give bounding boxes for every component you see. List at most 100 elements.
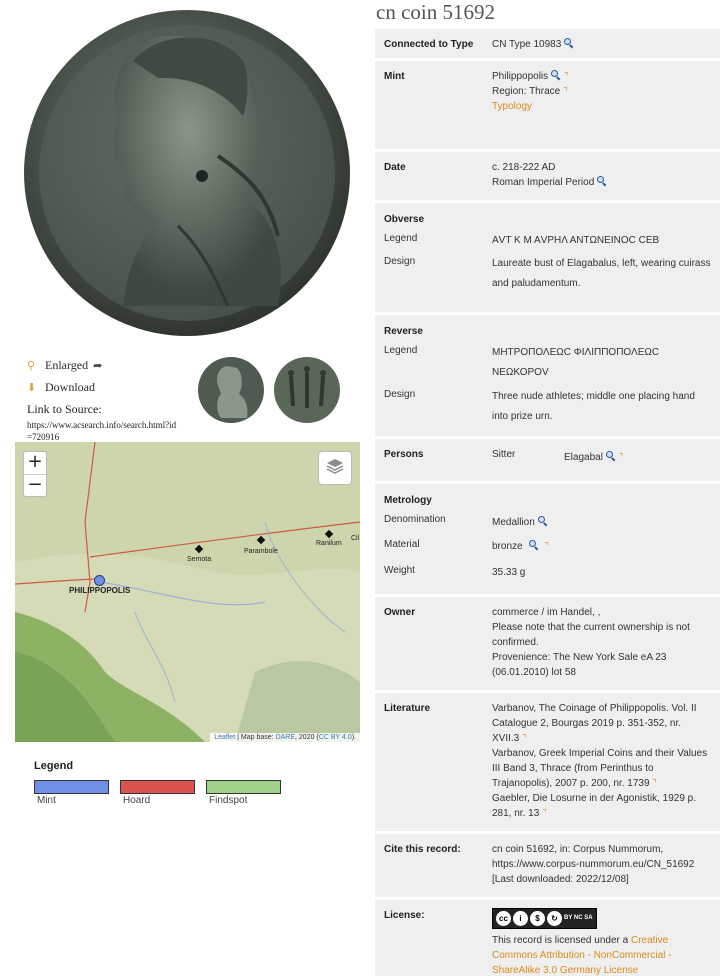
cc-license-badge[interactable]: cc i $ ↻ BY NC SA: [492, 908, 597, 929]
row-owner: Owner commerce / im Handel, , Please not…: [375, 597, 720, 693]
row-cite: Cite this record: cn coin 51692, in: Cor…: [375, 834, 720, 900]
map-attribution: Leaflet | Map base: DARE, 2020 (CC BY 4.…: [210, 733, 360, 742]
period-value[interactable]: Roman Imperial Period: [492, 177, 594, 188]
legend-label-hoard: Hoard: [123, 795, 151, 806]
place-ranilum: Ranilum: [316, 540, 342, 547]
external-link-icon[interactable]: ⌝: [522, 733, 526, 743]
reverse-thumbnail[interactable]: [273, 356, 341, 424]
place-parambole: Parambole: [244, 548, 278, 555]
legend-item-hoard: Hoard: [120, 780, 196, 806]
weight-value: 35.33 g: [492, 567, 526, 578]
reverse-title: Reverse: [384, 326, 423, 337]
legend-label-findspot: Findspot: [209, 795, 248, 806]
map[interactable]: + − Semota Parambole Ranilum Cil PHILIPP…: [15, 442, 360, 742]
cite-downloaded: [Last downloaded: 2022/12/08]: [492, 874, 629, 885]
obverse-design-label: Design: [384, 256, 416, 267]
denomination-value[interactable]: Medallion: [492, 517, 535, 528]
coin-main-image[interactable]: [18, 6, 356, 344]
material-value[interactable]: bronze: [492, 541, 523, 552]
zoom-in-button[interactable]: +: [24, 452, 46, 474]
region-value: Region: Thrace: [492, 86, 561, 97]
persons-role: Sitter: [492, 449, 516, 460]
literature-item: Gaebler, Die Losurne in der Agonistik, 1…: [492, 793, 697, 819]
typology-link[interactable]: Typology: [492, 99, 711, 114]
external-link-icon[interactable]: ⌝: [563, 86, 567, 96]
source-link[interactable]: https://www.acsearch.info/search.html?id…: [27, 419, 177, 443]
external-link-icon[interactable]: ⌝: [545, 541, 549, 551]
map-legend: Legend Mint Hoard Findspot: [34, 760, 282, 806]
row-persons: Persons Sitter Elagabal ⌝: [375, 439, 720, 484]
search-icon[interactable]: [597, 176, 607, 186]
reverse-legend-value: ΜΗΤΡΟΠΟΛΕΩϹ ΦΙΛΙΠΠΟΠΟΛΕΩϹ ΝΕΩΚΟΡΟV: [492, 347, 660, 378]
enlarged-label: Enlarged: [45, 357, 89, 372]
cc-by-link[interactable]: CC BY 4.0: [319, 734, 352, 741]
philippopolis-mint-marker[interactable]: [94, 575, 105, 586]
section-metrology: Metrology Denomination Medallion Materia…: [375, 484, 720, 597]
obverse-legend-value: ΑVΤ Κ Μ ΑVΡΗΛ ΑΝΤΩΝΕΙΝΟϹ ϹΕΒ: [492, 235, 660, 246]
external-link-icon[interactable]: ⌝: [564, 71, 568, 81]
date-label: Date: [384, 162, 406, 173]
place-philippopolis: PHILIPPOPOLIS: [69, 586, 131, 595]
weight-label: Weight: [384, 565, 415, 576]
legend-title: Legend: [34, 760, 74, 772]
search-icon[interactable]: [605, 451, 616, 461]
legend-swatch-mint: [34, 780, 109, 794]
obverse-design-value: Laureate bust of Elagabalus, left, weari…: [492, 258, 711, 289]
attribution-text: | Map base:: [235, 734, 276, 741]
reverse-legend-label: Legend: [384, 345, 418, 356]
download-link[interactable]: ⬇ Download: [27, 376, 187, 398]
connected-type-value[interactable]: CN Type 10983: [492, 39, 561, 50]
coin-details: Connected to Type CN Type 10983 Mint Phi…: [375, 29, 720, 976]
cite-url[interactable]: https://www.corpus-nummorum.eu/CN_51692: [492, 857, 711, 872]
zoom-out-button[interactable]: −: [24, 474, 46, 496]
obverse-title: Obverse: [384, 214, 425, 225]
external-link-icon[interactable]: ⌝: [542, 808, 546, 818]
owner-value: commerce / im Handel, ,: [492, 607, 601, 618]
place-cil: Cil: [351, 535, 360, 542]
literature-item: Varbanov, Greek Imperial Coins and their…: [492, 748, 708, 789]
nc-icon: $: [530, 911, 545, 926]
metrology-title: Metrology: [384, 495, 432, 506]
connected-type-label: Connected to Type: [384, 39, 474, 50]
denomination-label: Denomination: [384, 514, 446, 525]
legend-label-mint: Mint: [37, 795, 56, 806]
search-icon[interactable]: [537, 516, 548, 526]
page-title: cn coin 51692: [376, 0, 495, 24]
obverse-legend-label: Legend: [384, 233, 418, 244]
search-icon[interactable]: [564, 38, 574, 48]
literature-label: Literature: [384, 703, 431, 714]
layers-icon: [326, 458, 344, 479]
cc-icon: cc: [496, 911, 511, 926]
mint-label: Mint: [384, 71, 405, 82]
download-icon: ⬇: [27, 381, 37, 394]
material-label: Material: [384, 539, 420, 550]
legend-item-findspot: Findspot: [206, 780, 282, 806]
zoom-icon: ⚲: [27, 359, 36, 372]
search-icon[interactable]: [528, 540, 539, 550]
persons-name[interactable]: Elagabal: [564, 452, 603, 463]
obverse-thumbnail[interactable]: [197, 356, 265, 424]
row-connected-type: Connected to Type CN Type 10983: [375, 29, 720, 61]
row-date: Date c. 218-222 AD Roman Imperial Period: [375, 152, 720, 203]
owner-provenience: Provenience: The New York Sale eA 23 (06…: [492, 652, 667, 678]
external-link-icon[interactable]: ⌝: [653, 778, 657, 788]
owner-note: Please note that the current ownership i…: [492, 622, 690, 648]
legend-swatch-hoard: [120, 780, 195, 794]
attribution-end: ).: [351, 734, 356, 741]
dare-link[interactable]: DARE: [276, 734, 295, 741]
external-link-icon[interactable]: ⌝: [619, 452, 623, 462]
section-obverse: Obverse Legend ΑVΤ Κ Μ ΑVΡΗΛ ΑΝΤΩΝΕΙΝΟϹ …: [375, 203, 720, 315]
cite-label: Cite this record:: [384, 844, 461, 855]
layers-button[interactable]: [318, 451, 352, 485]
row-license: License: cc i $ ↻ BY NC SA This record i…: [375, 900, 720, 976]
leaflet-link[interactable]: Leaflet: [214, 734, 235, 741]
search-icon[interactable]: [551, 70, 561, 80]
mint-value[interactable]: Philippopolis: [492, 71, 548, 82]
source-label: Link to Source:: [27, 402, 102, 416]
cite-line: cn coin 51692, in: Corpus Nummorum,: [492, 844, 664, 855]
enlarged-link[interactable]: ⚲ Enlarged ➦: [27, 354, 187, 376]
reverse-design-value: Three nude athletes; middle one placing …: [492, 391, 695, 422]
place-semota: Semota: [187, 556, 212, 563]
cc-badge-text: BY NC SA: [564, 915, 593, 921]
section-reverse: Reverse Legend ΜΗΤΡΟΠΟΛΕΩϹ ΦΙΛΙΠΠΟΠΟΛΕΩϹ…: [375, 315, 720, 439]
